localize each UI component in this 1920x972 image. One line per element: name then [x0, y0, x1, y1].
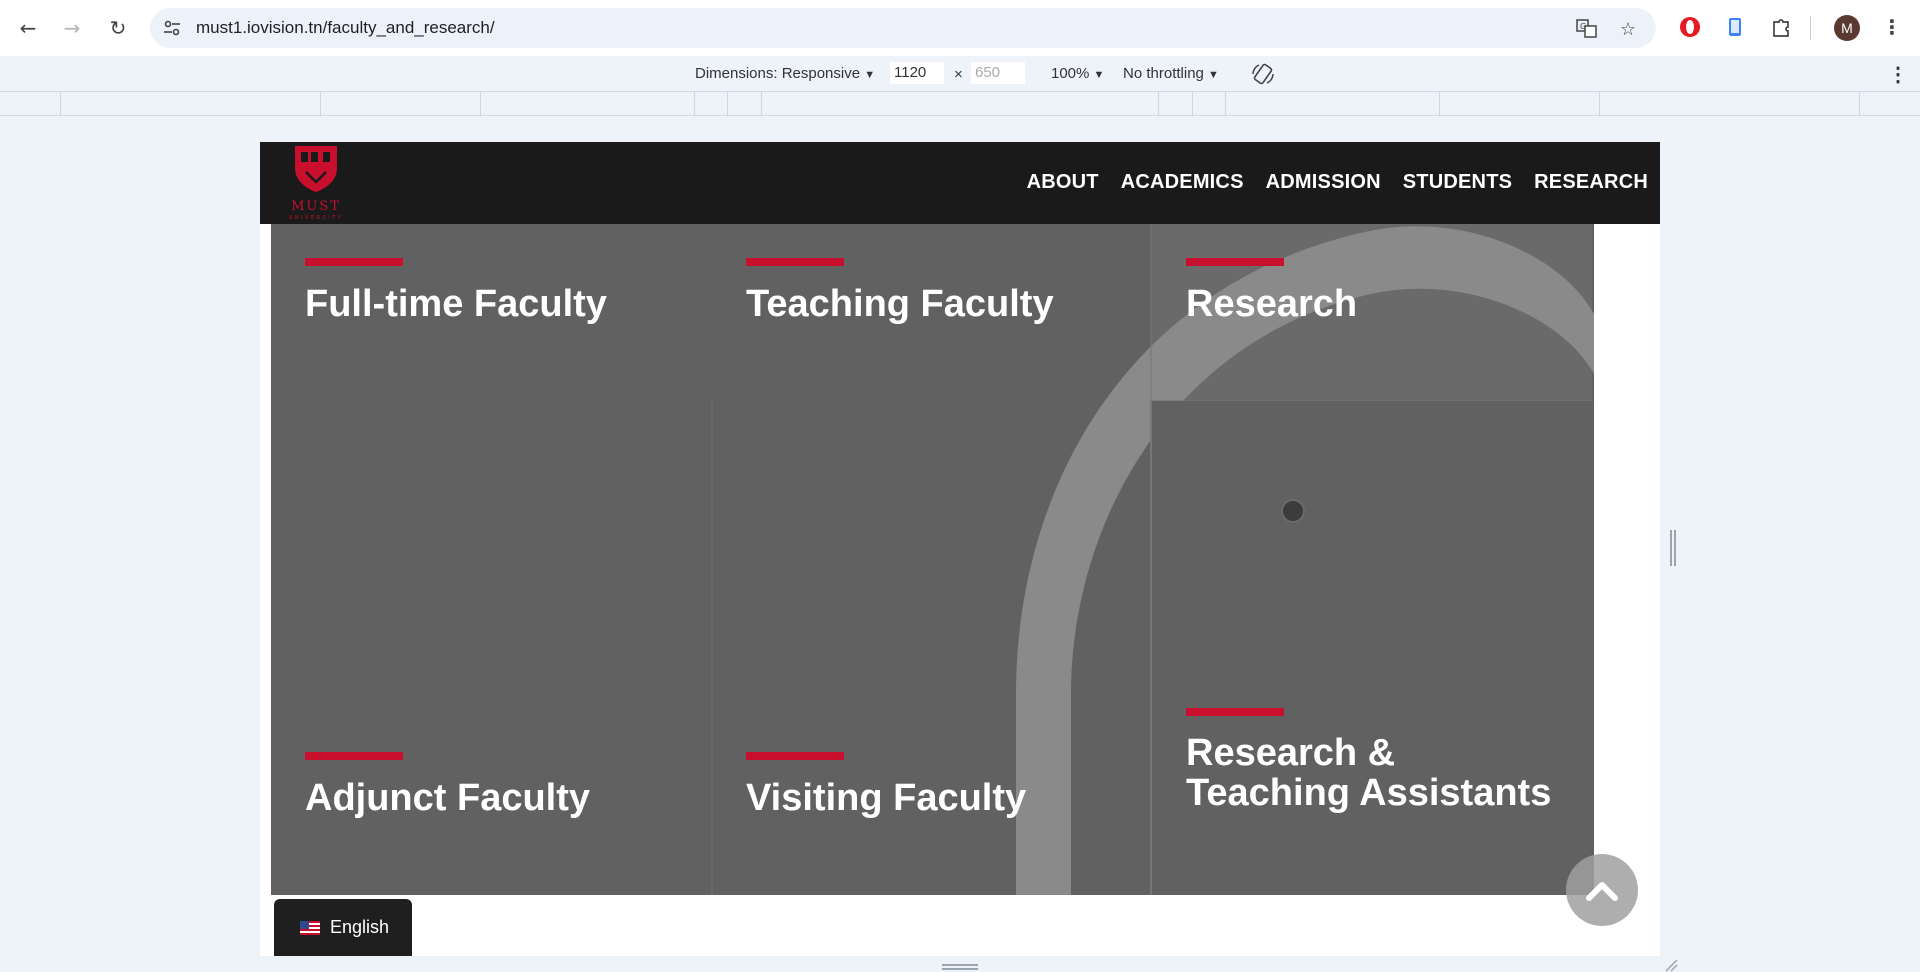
times-sign: × [954, 66, 963, 83]
tile-teaching-faculty[interactable]: Teaching Faculty [712, 224, 1152, 401]
star-icon[interactable]: ☆ [1617, 18, 1639, 40]
accent-bar [1186, 708, 1284, 716]
back-icon[interactable]: ← [12, 12, 44, 44]
dimensions-select[interactable]: Dimensions: Responsive ▼ [695, 65, 875, 82]
us-flag-icon [300, 920, 320, 935]
nav-admission[interactable]: ADMISSION [1266, 171, 1381, 194]
devtools-more-icon[interactable]: ⋮ [1888, 62, 1908, 87]
tile-title: Adjunct Faculty [305, 777, 591, 819]
tile-visiting-faculty[interactable]: Visiting Faculty [712, 401, 1152, 895]
nav-students[interactable]: STUDENTS [1403, 171, 1512, 194]
accent-bar [746, 258, 844, 266]
touch-cursor [1281, 499, 1305, 523]
height-input[interactable]: 650 [971, 62, 1025, 84]
tile-research[interactable]: Research [1152, 224, 1594, 401]
back-to-top-button[interactable] [1566, 854, 1638, 926]
nav-academics[interactable]: ACADEMICS [1121, 171, 1244, 194]
tile-adjunct-faculty[interactable]: Adjunct Faculty [271, 401, 712, 895]
url-text[interactable]: must1.iovision.tn/faculty_and_research/ [196, 18, 495, 38]
throttling-select[interactable]: No throttling ▼ [1123, 65, 1219, 82]
toolbar-divider [1810, 16, 1811, 40]
profile-avatar[interactable]: M [1834, 15, 1860, 41]
page-viewport: MUST UNIVERSITY ABOUT ACADEMICS ADMISSIO… [260, 142, 1660, 956]
tile-research-teaching-assistants[interactable]: Research & Teaching Assistants [1152, 401, 1594, 895]
accent-bar [746, 752, 844, 760]
accent-bar [305, 752, 403, 760]
phone-extension-icon[interactable] [1722, 14, 1748, 40]
more-icon[interactable]: ⋮ [1882, 14, 1902, 40]
viewport-resize-handle-bottom[interactable] [942, 964, 978, 970]
tile-title: Research & Teaching Assistants [1186, 732, 1552, 814]
puzzle-extension-icon[interactable] [1768, 14, 1794, 40]
svg-text:MUST: MUST [291, 199, 341, 214]
browser-toolbar: ← → ↻ must1.iovision.tn/faculty_and_rese… [0, 0, 1920, 56]
tile-full-time-faculty[interactable]: Full-time Faculty [271, 224, 712, 401]
zoom-select[interactable]: 100% ▼ [1051, 65, 1104, 82]
tile-title: Visiting Faculty [746, 777, 1027, 819]
nav-research[interactable]: RESEARCH [1534, 171, 1648, 194]
language-switcher[interactable]: English [274, 899, 412, 956]
tile-title: Teaching Faculty [746, 283, 1054, 325]
chevron-up-icon [1586, 882, 1618, 901]
faculty-grid: Full-time Faculty Teaching Faculty Resea… [271, 224, 1594, 895]
language-label: English [330, 917, 390, 937]
viewport-resize-handle-right[interactable] [1670, 530, 1676, 566]
forward-icon[interactable]: → [56, 12, 88, 44]
site-header: MUST UNIVERSITY ABOUT ACADEMICS ADMISSIO… [260, 142, 1660, 224]
tile-title: Full-time Faculty [305, 283, 607, 325]
media-query-ruler [0, 92, 1920, 116]
accent-bar [1186, 258, 1284, 266]
address-bar[interactable]: must1.iovision.tn/faculty_and_research/ … [150, 8, 1656, 48]
site-settings-icon[interactable] [162, 18, 182, 38]
rotate-icon[interactable] [1250, 62, 1276, 90]
reload-icon[interactable]: ↻ [102, 12, 134, 44]
svg-text:G: G [1580, 22, 1586, 31]
main-navigation: ABOUT ACADEMICS ADMISSION STUDENTS RESEA… [1027, 171, 1648, 194]
width-input[interactable]: 1120 [890, 62, 944, 84]
tile-title: Research [1186, 283, 1358, 325]
opera-extension-icon[interactable] [1677, 14, 1703, 40]
svg-text:UNIVERSITY: UNIVERSITY [289, 215, 344, 221]
viewport-resize-corner[interactable] [1664, 958, 1678, 972]
nav-about[interactable]: ABOUT [1027, 171, 1099, 194]
accent-bar [305, 258, 403, 266]
translate-icon[interactable]: G [1576, 18, 1598, 40]
device-toolbar: Dimensions: Responsive ▼ 1120 × 650 100%… [0, 56, 1920, 92]
university-logo[interactable]: MUST UNIVERSITY [270, 142, 352, 222]
